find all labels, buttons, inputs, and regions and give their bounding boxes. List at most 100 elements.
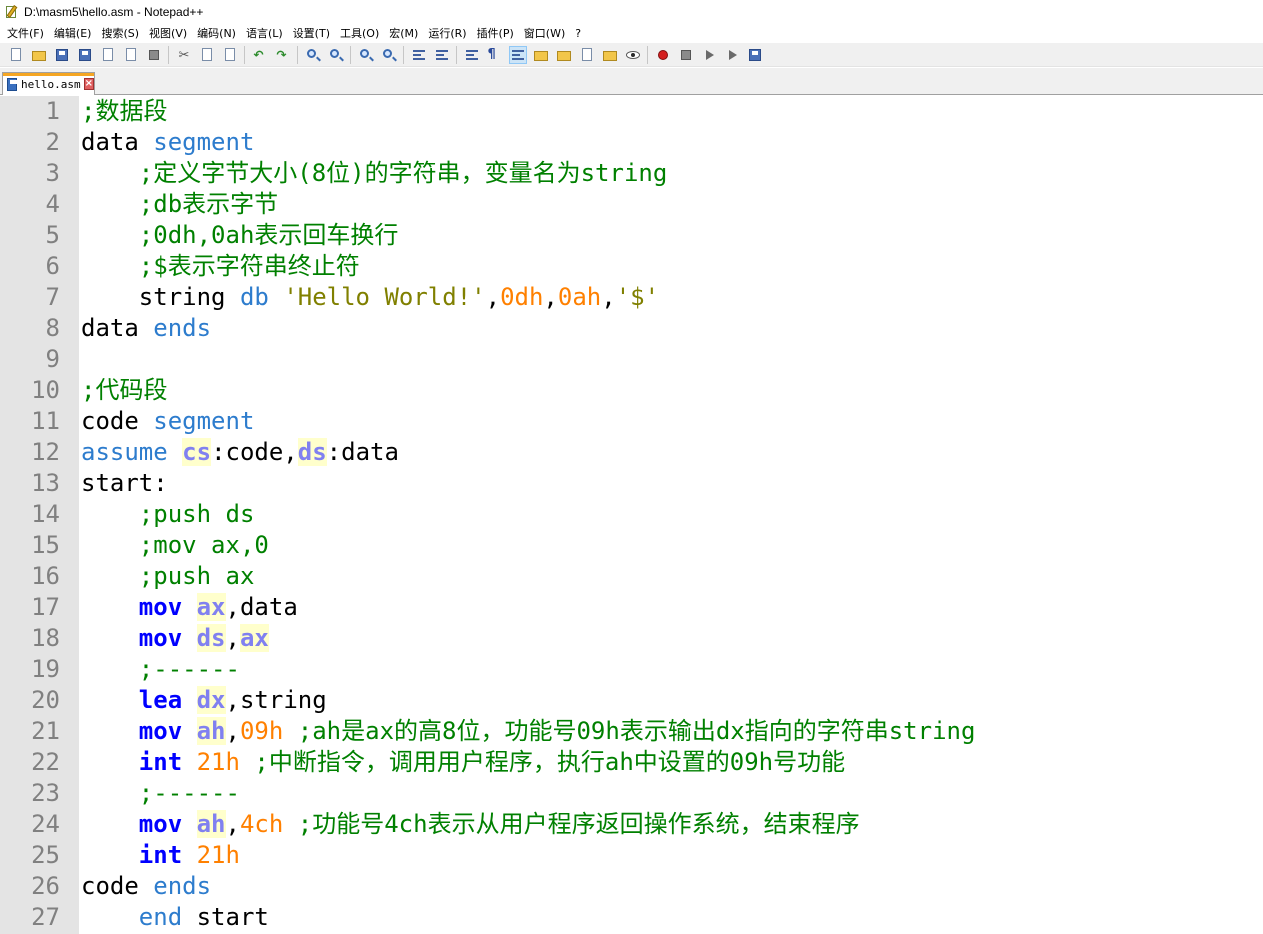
document-map-icon[interactable]: [533, 47, 549, 63]
line-content[interactable]: data ends: [79, 313, 1263, 344]
line-content[interactable]: data segment: [79, 127, 1263, 158]
code-line[interactable]: 19 ;------: [0, 654, 1263, 685]
code-line[interactable]: 7 string db 'Hello World!',0dh,0ah,'$': [0, 282, 1263, 313]
code-line[interactable]: 9: [0, 344, 1263, 375]
code-line[interactable]: 4 ;db表示字节: [0, 189, 1263, 220]
monitoring-icon[interactable]: [602, 47, 618, 63]
menu-file[interactable]: 文件(F): [7, 25, 44, 41]
code-line[interactable]: 5 ;0dh,0ah表示回车换行: [0, 220, 1263, 251]
line-content[interactable]: code segment: [79, 406, 1263, 437]
code-line[interactable]: 6 ;$表示字符串终止符: [0, 251, 1263, 282]
menu-plugins[interactable]: 插件(P): [477, 25, 514, 41]
replace-icon[interactable]: [328, 47, 344, 63]
undo-icon[interactable]: ↶: [252, 47, 268, 63]
line-content[interactable]: int 21h ;中断指令，调用用户程序，执行ah中设置的09h号功能: [79, 747, 1263, 778]
line-content[interactable]: string db 'Hello World!',0dh,0ah,'$': [79, 282, 1263, 313]
indent-guide-icon[interactable]: [508, 45, 527, 64]
new-file-icon[interactable]: [8, 47, 24, 63]
print-icon[interactable]: [146, 47, 162, 63]
sync-horizontal-icon[interactable]: [434, 47, 450, 63]
close-tab-icon[interactable]: ×: [83, 78, 94, 90]
menu-window[interactable]: 窗口(W): [524, 25, 565, 41]
save-macro-icon[interactable]: [747, 47, 763, 63]
code-line[interactable]: 8 data ends: [0, 313, 1263, 344]
code-line[interactable]: 13 start:: [0, 468, 1263, 499]
line-content[interactable]: ;push ds: [79, 499, 1263, 530]
play-macro-icon[interactable]: [701, 47, 717, 63]
line-content[interactable]: ;------: [79, 654, 1263, 685]
code-line[interactable]: 25 int 21h: [0, 840, 1263, 871]
sync-vertical-icon[interactable]: [411, 47, 427, 63]
line-content[interactable]: start:: [79, 468, 1263, 499]
zoom-in-icon[interactable]: [358, 47, 374, 63]
line-content[interactable]: ;0dh,0ah表示回车换行: [79, 220, 1263, 251]
line-content[interactable]: code ends: [79, 871, 1263, 902]
line-content[interactable]: mov ax,data: [79, 592, 1263, 623]
function-list-icon[interactable]: [556, 47, 572, 63]
find-icon[interactable]: [305, 47, 321, 63]
code-line[interactable]: 22 int 21h ;中断指令，调用用户程序，执行ah中设置的09h号功能: [0, 747, 1263, 778]
code-line[interactable]: 24 mov ah,4ch ;功能号4ch表示从用户程序返回操作系统，结束程序: [0, 809, 1263, 840]
save-all-icon[interactable]: [77, 47, 93, 63]
code-line[interactable]: 15 ;mov ax,0: [0, 530, 1263, 561]
code-area[interactable]: 1 ;数据段 2 data segment 3 ;定义字节大小(8位)的字符串，变量名为…: [0, 96, 1263, 933]
code-editor[interactable]: 1 ;数据段 2 data segment 3 ;定义字节大小(8位)的字符串，变量名为…: [0, 96, 1263, 934]
code-line[interactable]: 16 ;push ax: [0, 561, 1263, 592]
code-line[interactable]: 10 ;代码段: [0, 375, 1263, 406]
cut-icon[interactable]: ✂: [176, 47, 192, 63]
menu-run[interactable]: 运行(R): [428, 25, 466, 41]
line-content[interactable]: assume cs:code,ds:data: [79, 437, 1263, 468]
menu-edit[interactable]: 编辑(E): [54, 25, 92, 41]
menu-language[interactable]: 语言(L): [246, 25, 283, 41]
code-line[interactable]: 23 ;------: [0, 778, 1263, 809]
code-line[interactable]: 3 ;定义字节大小(8位)的字符串，变量名为string: [0, 158, 1263, 189]
line-content[interactable]: ;push ax: [79, 561, 1263, 592]
menu-macro[interactable]: 宏(M): [389, 25, 418, 41]
record-macro-icon[interactable]: [655, 47, 671, 63]
line-content[interactable]: ;$表示字符串终止符: [79, 251, 1263, 282]
menu-view[interactable]: 视图(V): [149, 25, 187, 41]
redo-icon[interactable]: ↷: [275, 47, 291, 63]
notepadpp-app-icon[interactable]: [5, 4, 19, 19]
menu-encoding[interactable]: 编码(N): [197, 25, 236, 41]
menu-tools[interactable]: 工具(O): [340, 25, 379, 41]
copy-icon[interactable]: [199, 47, 215, 63]
save-icon[interactable]: [54, 47, 70, 63]
menu-search[interactable]: 搜索(S): [101, 25, 139, 41]
close-all-icon[interactable]: [123, 47, 139, 63]
code-line[interactable]: 12 assume cs:code,ds:data: [0, 437, 1263, 468]
line-content[interactable]: int 21h: [79, 840, 1263, 871]
line-content[interactable]: ;------: [79, 778, 1263, 809]
word-wrap-icon[interactable]: [464, 47, 480, 63]
line-content[interactable]: end start: [79, 902, 1263, 933]
line-content[interactable]: ;代码段: [79, 375, 1263, 406]
open-folder-icon[interactable]: [31, 47, 47, 63]
code-line[interactable]: 20 lea dx,string: [0, 685, 1263, 716]
line-content[interactable]: ;定义字节大小(8位)的字符串，变量名为string: [79, 158, 1263, 189]
close-icon[interactable]: [100, 47, 116, 63]
show-all-chars-icon[interactable]: ¶: [487, 47, 503, 63]
line-content[interactable]: mov ds,ax: [79, 623, 1263, 654]
line-content[interactable]: [79, 344, 1263, 375]
code-line[interactable]: 18 mov ds,ax: [0, 623, 1263, 654]
code-line[interactable]: 14 ;push ds: [0, 499, 1263, 530]
code-line[interactable]: 2 data segment: [0, 127, 1263, 158]
run-macro-multiple-icon[interactable]: [724, 47, 740, 63]
zoom-out-icon[interactable]: [381, 47, 397, 63]
code-line[interactable]: 27 end start: [0, 902, 1263, 933]
line-content[interactable]: mov ah,09h ;ah是ax的高8位，功能号09h表示输出dx指向的字符串…: [79, 716, 1263, 747]
code-line[interactable]: 11 code segment: [0, 406, 1263, 437]
line-content[interactable]: mov ah,4ch ;功能号4ch表示从用户程序返回操作系统，结束程序: [79, 809, 1263, 840]
menu-settings[interactable]: 设置(T): [293, 25, 330, 41]
stop-macro-icon[interactable]: [678, 47, 694, 63]
line-content[interactable]: ;db表示字节: [79, 189, 1263, 220]
line-content[interactable]: ;数据段: [79, 96, 1263, 127]
code-line[interactable]: 1 ;数据段: [0, 96, 1263, 127]
folder-workspace-icon[interactable]: [579, 47, 595, 63]
menu-help[interactable]: ?: [575, 27, 581, 40]
code-line[interactable]: 21 mov ah,09h ;ah是ax的高8位，功能号09h表示输出dx指向的…: [0, 716, 1263, 747]
code-line[interactable]: 17 mov ax,data: [0, 592, 1263, 623]
code-line[interactable]: 26 code ends: [0, 871, 1263, 902]
paste-icon[interactable]: [222, 47, 238, 63]
line-content[interactable]: lea dx,string: [79, 685, 1263, 716]
